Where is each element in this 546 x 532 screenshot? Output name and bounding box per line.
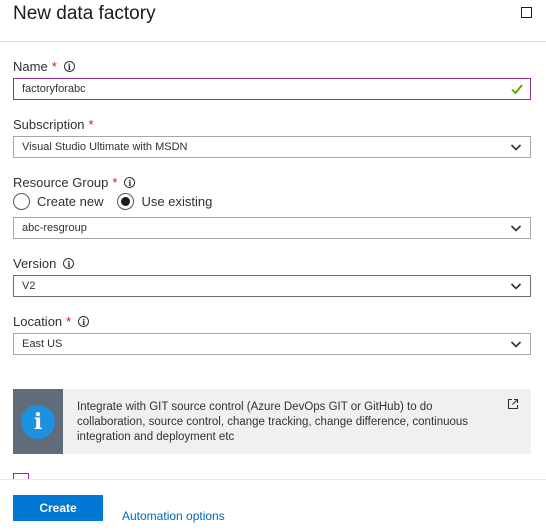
version-label: Version i bbox=[13, 256, 75, 271]
location-value: East US bbox=[22, 338, 63, 350]
use-existing-label[interactable]: Use existing bbox=[141, 194, 212, 209]
page-title: New data factory bbox=[13, 3, 156, 24]
resource-group-value: abc-resgroup bbox=[22, 222, 87, 234]
name-label: Name * i bbox=[13, 59, 75, 74]
info-icon[interactable]: i bbox=[124, 177, 136, 188]
automation-options-link[interactable]: Automation options bbox=[122, 509, 225, 523]
version-value: V2 bbox=[22, 280, 36, 292]
chevron-down-icon bbox=[510, 341, 522, 348]
resource-group-dropdown[interactable]: abc-resgroup bbox=[13, 217, 531, 239]
blade-footer: Create Automation options bbox=[0, 479, 546, 532]
subscription-dropdown[interactable]: Visual Studio Ultimate with MSDN bbox=[13, 136, 531, 158]
use-existing-radio[interactable] bbox=[117, 193, 135, 210]
chevron-down-icon bbox=[510, 225, 522, 232]
chevron-down-icon bbox=[510, 144, 522, 151]
banner-icon-area: i bbox=[13, 389, 63, 454]
subscription-value: Visual Studio Ultimate with MSDN bbox=[22, 141, 188, 153]
version-dropdown[interactable]: V2 bbox=[13, 275, 531, 297]
resource-group-radio-group: Create new Use existing bbox=[13, 193, 226, 210]
chevron-down-icon bbox=[510, 283, 522, 290]
info-icon: i bbox=[21, 404, 55, 439]
resource-group-label: Resource Group * i bbox=[13, 175, 136, 190]
required-marker: * bbox=[88, 117, 94, 132]
create-new-label[interactable]: Create new bbox=[37, 194, 103, 209]
check-icon bbox=[511, 84, 523, 95]
info-icon[interactable]: i bbox=[63, 258, 75, 269]
blade-header: New data factory bbox=[0, 0, 546, 42]
external-link-icon[interactable] bbox=[507, 398, 519, 410]
required-marker: * bbox=[51, 59, 57, 74]
info-icon[interactable]: i bbox=[78, 316, 90, 327]
location-dropdown[interactable]: East US bbox=[13, 333, 531, 355]
required-marker: * bbox=[112, 175, 118, 190]
git-info-banner: i Integrate with GIT source control (Azu… bbox=[13, 389, 531, 454]
maximize-icon[interactable] bbox=[521, 7, 532, 18]
name-input-value: factoryforabc bbox=[22, 83, 86, 95]
required-marker: * bbox=[66, 314, 72, 329]
radio-selected-dot bbox=[121, 197, 131, 206]
name-input[interactable]: factoryforabc bbox=[13, 78, 531, 100]
subscription-label: Subscription * bbox=[13, 117, 94, 132]
info-icon[interactable]: i bbox=[63, 61, 75, 72]
location-label: Location * i bbox=[13, 314, 90, 329]
create-button[interactable]: Create bbox=[13, 495, 103, 521]
create-new-radio[interactable] bbox=[13, 193, 30, 210]
banner-text: Integrate with GIT source control (Azure… bbox=[77, 401, 469, 443]
